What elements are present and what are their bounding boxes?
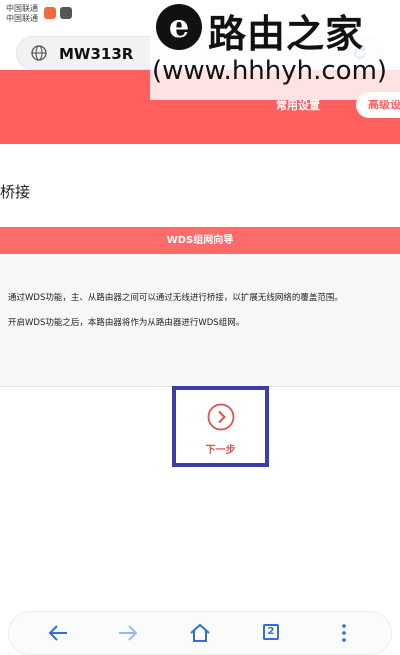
forward-arrow-icon[interactable] xyxy=(117,622,139,644)
app-notification-icon xyxy=(60,7,72,19)
wizard-header-label: WDS组网向导 xyxy=(166,235,234,246)
next-step-label: 下一步 xyxy=(205,445,236,456)
tab-count: 2 xyxy=(263,624,279,640)
globe-icon xyxy=(31,45,47,61)
wizard-description-panel: 通过WDS功能，主、从路由器之间可以通过无线进行桥接，以扩展无线网络的覆盖范围。… xyxy=(0,254,400,387)
wizard-header: WDS组网向导 xyxy=(0,227,400,254)
status-icons xyxy=(44,7,72,19)
watermark-title: 路由之家 xyxy=(208,12,365,56)
url-text[interactable]: MW313R xyxy=(59,45,133,63)
carrier-label-2: 中国联通 xyxy=(6,14,38,23)
more-menu-icon[interactable] xyxy=(333,622,355,644)
watermark-url: (www.hhhyh.com) xyxy=(152,56,388,86)
chevron-right-icon xyxy=(207,403,235,431)
description-paragraph-1: 通过WDS功能，主、从路由器之间可以通过无线进行桥接，以扩展无线网络的覆盖范围。 xyxy=(8,293,343,303)
description-paragraph-2: 开启WDS功能之后，本路由器将作为从路由器进行WDS组网。 xyxy=(8,318,245,328)
next-step-button[interactable]: 下一步 xyxy=(172,386,269,467)
site-watermark: e 路由之家 (www.hhhyh.com) xyxy=(150,0,400,100)
tabs-icon[interactable]: 2 xyxy=(261,622,283,644)
watermark-logo-icon: e xyxy=(156,4,202,50)
home-icon[interactable] xyxy=(189,622,211,644)
browser-toolbar: 2 xyxy=(8,611,392,655)
back-arrow-icon[interactable] xyxy=(47,622,69,644)
page-title: 桥接 xyxy=(0,183,31,201)
carrier-label-1: 中国联通 xyxy=(6,4,38,13)
weibo-notification-icon xyxy=(44,7,56,19)
